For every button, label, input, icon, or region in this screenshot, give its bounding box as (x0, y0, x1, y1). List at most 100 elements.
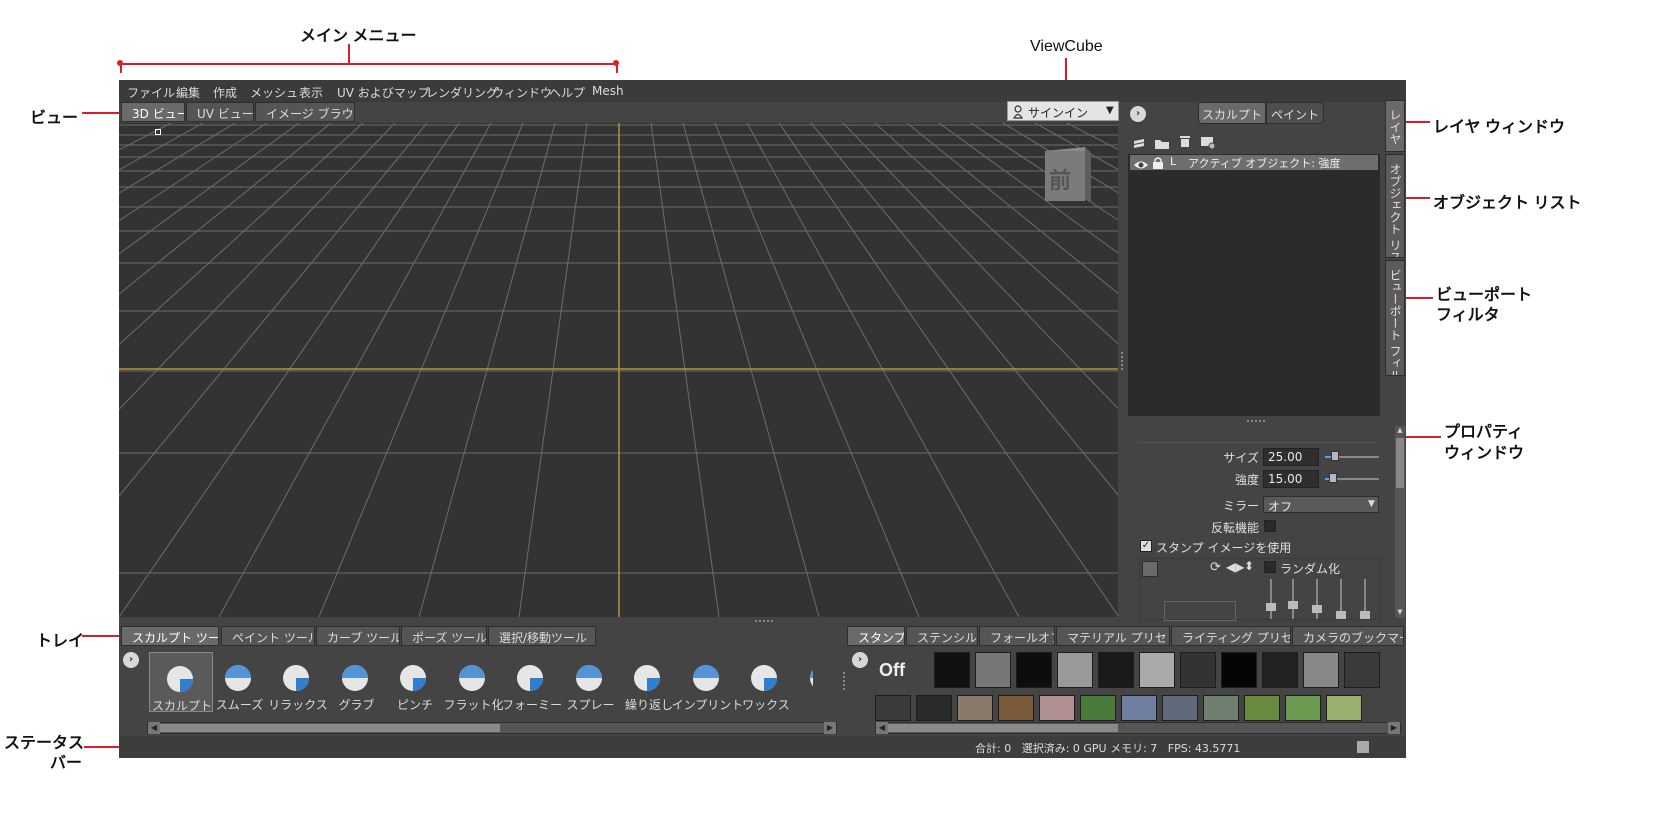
new-layer-icon[interactable] (1132, 135, 1146, 154)
tab-stencils[interactable]: ステンシル (906, 626, 978, 646)
trash-icon[interactable] (1179, 133, 1191, 152)
menu-item-6[interactable]: レンダリング (426, 84, 498, 101)
stamp-load-icon[interactable] (1142, 561, 1158, 577)
status-indicator[interactable] (1357, 741, 1369, 753)
use-stamp-checkbox[interactable]: ✓ (1140, 540, 1152, 552)
menu-item-9[interactable]: Mesh (592, 84, 624, 98)
menu-item-4[interactable]: 表示 (299, 84, 323, 101)
rotate-icon[interactable]: ⟳ (1210, 560, 1221, 575)
tab-layers[interactable]: レイヤ (1385, 100, 1405, 152)
stamp-thumbnail[interactable] (1262, 652, 1298, 688)
splitter-handle[interactable] (1247, 420, 1265, 424)
stamp-thumbnail[interactable] (975, 652, 1011, 688)
tab-curve-tools[interactable]: カーブ ツール (316, 626, 400, 646)
flip-vertical-icon[interactable]: ⬍ (1244, 559, 1254, 573)
scroll-left-icon[interactable]: ◀ (876, 722, 888, 734)
folder-icon[interactable] (1154, 135, 1170, 154)
tool-11[interactable]: 削 (793, 652, 813, 712)
scroll-up-icon[interactable]: ▲ (1395, 426, 1405, 434)
random-sliders[interactable] (1266, 579, 1374, 619)
scroll-right-icon[interactable]: ▶ (1388, 722, 1400, 734)
3d-viewport[interactable]: 前 (119, 123, 1118, 617)
tab-camera-bookmarks[interactable]: カメラのブックマーク (1292, 626, 1404, 646)
menu-item-2[interactable]: 作成 (213, 84, 237, 101)
expand-arrow-icon[interactable]: › (123, 652, 139, 668)
splitter-handle[interactable] (1121, 352, 1126, 370)
viewcube[interactable]: 前 (1041, 145, 1093, 207)
tab-uv-view[interactable]: UV ビュー (186, 102, 254, 122)
tab-viewport-filter[interactable]: ビューポート フィルタ (1385, 260, 1405, 376)
stamp-thumbnail[interactable] (875, 695, 911, 721)
stamp-thumbnail[interactable] (957, 695, 993, 721)
stamp-thumbnail[interactable] (1039, 695, 1075, 721)
stamp-off-button[interactable]: Off (879, 660, 905, 681)
scroll-right-icon[interactable]: ▶ (824, 722, 836, 734)
stamp-thumbnail[interactable] (1057, 652, 1093, 688)
tray-scrollbar[interactable]: ◀ ▶ (147, 722, 837, 734)
tool-10[interactable]: ワックス (734, 652, 798, 712)
stamp-thumbnail[interactable] (1080, 695, 1116, 721)
stamp-thumbnail[interactable] (1098, 652, 1134, 688)
expand-arrow-icon[interactable]: › (852, 652, 868, 668)
stamp-thumbnail[interactable] (1180, 652, 1216, 688)
expand-arrow-icon[interactable]: › (1130, 106, 1146, 122)
eye-icon[interactable] (1133, 156, 1149, 175)
signin-button[interactable]: サインイン ▼ (1007, 101, 1119, 121)
tab-sculpt-mode[interactable]: スカルプト (1198, 102, 1266, 124)
tab-image-browser[interactable]: イメージ ブラウザ (255, 102, 355, 122)
layer-row[interactable]: L アクティブ オブジェクト: 強度 (1130, 155, 1378, 170)
menu-item-0[interactable]: ファイル (127, 84, 175, 101)
mirror-select[interactable]: オフ ▼ (1263, 496, 1379, 514)
stamp-thumbnail[interactable] (1285, 695, 1321, 721)
flip-horizontal-icon[interactable]: ◀▶ (1226, 560, 1244, 574)
tab-paint-tools[interactable]: ペイント ツール (221, 626, 315, 646)
stamp-thumbnail[interactable] (1016, 652, 1052, 688)
size-slider-knob[interactable] (1331, 451, 1339, 461)
stamp-thumbnail[interactable] (1303, 652, 1339, 688)
invert-checkbox[interactable] (1264, 520, 1276, 532)
scroll-thumb[interactable] (1396, 438, 1404, 488)
random-checkbox[interactable] (1264, 561, 1276, 573)
scroll-thumb[interactable] (888, 724, 1118, 732)
viewcube-face-label: 前 (1049, 169, 1072, 194)
menu-item-7[interactable]: ウィンドウ (492, 84, 552, 101)
stamp-scrollbar[interactable]: ◀ ▶ (875, 722, 1401, 734)
strength-input[interactable]: 15.00 (1263, 470, 1319, 488)
size-input[interactable]: 25.00 (1263, 448, 1319, 466)
stamp-thumbnail[interactable] (1221, 652, 1257, 688)
tab-falloff[interactable]: フォールオフ (979, 626, 1055, 646)
tab-material-presets[interactable]: マテリアル プリセット (1056, 626, 1170, 646)
menu-item-5[interactable]: UV およびマップ (337, 84, 430, 101)
splitter-handle[interactable] (755, 620, 773, 624)
stamp-thumbnail[interactable] (1244, 695, 1280, 721)
stamp-thumbnail[interactable] (916, 695, 952, 721)
splitter-handle[interactable] (843, 672, 848, 690)
strength-slider-knob[interactable] (1329, 473, 1337, 483)
scroll-thumb[interactable] (160, 724, 500, 732)
stamp-thumbnail[interactable] (1139, 652, 1175, 688)
stamp-thumbnail[interactable] (1121, 695, 1157, 721)
tab-3d-view[interactable]: 3D ビュー (121, 102, 185, 122)
tab-pose-tools[interactable]: ポーズ ツール (401, 626, 487, 646)
stamp-thumbnail[interactable] (934, 652, 970, 688)
menu-item-8[interactable]: ヘルプ (549, 84, 585, 101)
tab-sculpt-tools[interactable]: スカルプト ツール (121, 626, 219, 646)
tab-object-list[interactable]: オブジェクト リスト (1385, 154, 1405, 258)
stamp-thumbnail[interactable] (1203, 695, 1239, 721)
menu-item-1[interactable]: 編集 (176, 84, 200, 101)
tab-select-move-tools[interactable]: 選択/移動ツール (488, 626, 596, 646)
tab-paint-mode[interactable]: ペイント (1266, 102, 1324, 124)
scroll-left-icon[interactable]: ◀ (148, 722, 160, 734)
callout-line (120, 63, 618, 65)
stamp-thumbnail[interactable] (998, 695, 1034, 721)
property-scrollbar[interactable]: ▲ ▼ (1395, 426, 1405, 618)
stamp-thumbnail[interactable] (1326, 695, 1362, 721)
stamp-thumbnail[interactable] (1162, 695, 1198, 721)
tab-stamps[interactable]: スタンプ (847, 626, 905, 646)
scroll-down-icon[interactable]: ▼ (1395, 608, 1405, 616)
stamp-thumbnail[interactable] (1344, 652, 1380, 688)
menu-item-3[interactable]: メッシュ (250, 84, 298, 101)
lock-icon[interactable] (1152, 155, 1164, 174)
layer-settings-icon[interactable] (1200, 134, 1216, 153)
tab-lighting-presets[interactable]: ライティング プリセット (1171, 626, 1291, 646)
